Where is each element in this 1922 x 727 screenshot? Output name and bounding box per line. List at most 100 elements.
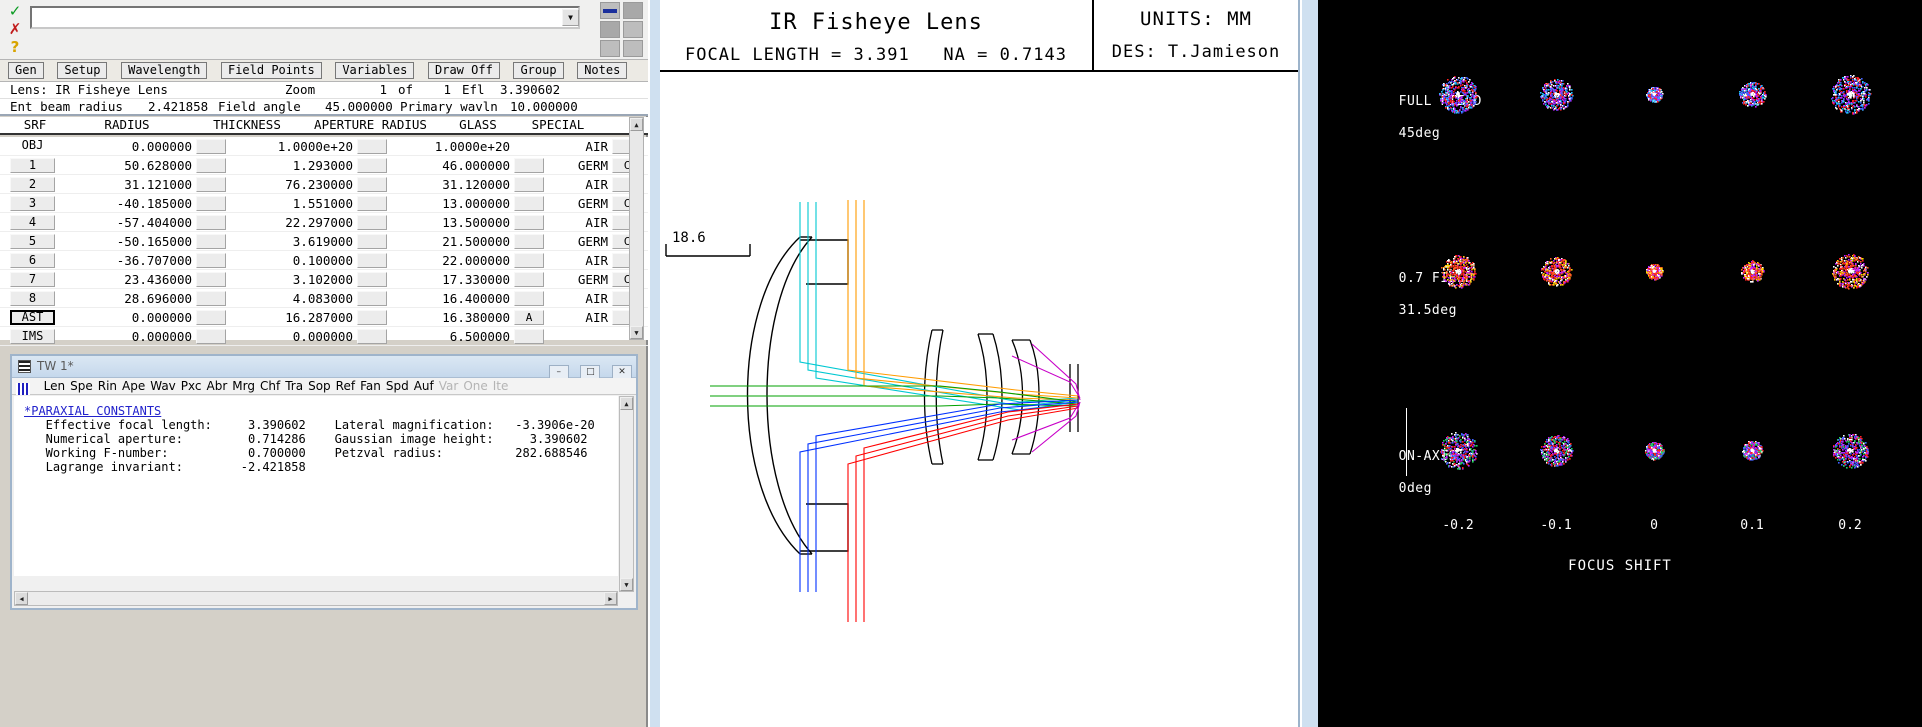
cell-thickness[interactable]: 1.551000: [228, 196, 353, 211]
scroll-up-icon[interactable]: ▲: [630, 118, 643, 131]
thickness-solve-box[interactable]: [357, 272, 387, 287]
surface-button-6[interactable]: 6: [10, 253, 55, 268]
cell-aperture-radius[interactable]: 16.400000: [385, 291, 510, 306]
tw1-horizontal-scrollbar[interactable]: ◀ ▶: [14, 591, 618, 606]
thickness-solve-box[interactable]: [357, 234, 387, 249]
command-input[interactable]: [30, 6, 580, 29]
radius-solve-box[interactable]: [196, 158, 226, 173]
cell-aperture-radius[interactable]: 46.000000: [385, 158, 510, 173]
thickness-solve-box[interactable]: [357, 253, 387, 268]
surface-button-ast[interactable]: AST: [10, 310, 55, 325]
cell-thickness[interactable]: 3.619000: [228, 234, 353, 249]
radius-solve-box[interactable]: [196, 272, 226, 287]
radius-solve-box[interactable]: [196, 253, 226, 268]
tw1-titlebar[interactable]: TW 1* – □ ✕: [12, 356, 636, 380]
cell-aperture-radius[interactable]: 13.500000: [385, 215, 510, 230]
tw1-scroll-right-icon[interactable]: ▶: [604, 592, 617, 605]
thickness-solve-box[interactable]: [357, 291, 387, 306]
cell-radius[interactable]: -40.185000: [62, 196, 192, 211]
thickness-solve-box[interactable]: [357, 139, 387, 154]
aperture-flag-box[interactable]: [514, 329, 544, 344]
cell-aperture-radius[interactable]: 6.500000: [385, 329, 510, 344]
cell-aperture-radius[interactable]: 1.0000e+20: [385, 139, 510, 154]
cell-glass[interactable]: AIR: [520, 177, 608, 192]
cell-thickness[interactable]: 3.102000: [228, 272, 353, 287]
window-tile-button[interactable]: [600, 2, 620, 19]
table-row[interactable]: 2 31.121000 76.230000 31.120000 AIR: [0, 175, 648, 194]
window-arrange-button[interactable]: [623, 2, 643, 19]
list-button[interactable]: [600, 40, 620, 57]
window-cascade-button[interactable]: [600, 21, 620, 38]
tw1-menu-item-chf[interactable]: Chf: [260, 378, 280, 394]
cell-radius[interactable]: 31.121000: [62, 177, 192, 192]
thickness-solve-box[interactable]: [357, 329, 387, 344]
cell-radius[interactable]: -36.707000: [62, 253, 192, 268]
surface-button-ims[interactable]: IMS: [10, 329, 55, 344]
tw1-menu-item-fan[interactable]: Fan: [360, 378, 381, 394]
cell-radius[interactable]: 0.000000: [62, 139, 192, 154]
tw1-menu-item-auf[interactable]: Auf: [414, 378, 434, 394]
cell-glass[interactable]: AIR: [520, 291, 608, 306]
cell-thickness[interactable]: 1.293000: [228, 158, 353, 173]
tw1-menu-item-mrg[interactable]: Mrg: [232, 378, 255, 394]
cell-aperture-radius[interactable]: 16.380000: [385, 310, 510, 325]
tw1-menu-item-wav[interactable]: Wav: [150, 378, 176, 394]
tw1-vertical-scrollbar[interactable]: ▲ ▼: [619, 396, 634, 592]
accept-icon[interactable]: ✓: [5, 2, 25, 20]
radius-solve-box[interactable]: [196, 215, 226, 230]
scroll-down-icon[interactable]: ▼: [630, 326, 643, 339]
cell-thickness[interactable]: 1.0000e+20: [228, 139, 353, 154]
cell-thickness[interactable]: 4.083000: [228, 291, 353, 306]
table-row[interactable]: 3 -40.185000 1.551000 13.000000 GERM C: [0, 194, 648, 213]
cell-radius[interactable]: 0.000000: [62, 310, 192, 325]
cell-thickness[interactable]: 0.100000: [228, 253, 353, 268]
cell-radius[interactable]: -50.165000: [62, 234, 192, 249]
surface-button-5[interactable]: 5: [10, 234, 55, 249]
cell-radius[interactable]: -57.404000: [62, 215, 192, 230]
table-row[interactable]: 5 -50.165000 3.619000 21.500000 GERM C: [0, 232, 648, 251]
table-row[interactable]: AST 0.000000 16.287000 16.380000 A AIR: [0, 308, 648, 327]
menu-button-setup[interactable]: Setup: [57, 62, 108, 79]
table-row[interactable]: IMS 0.000000 0.000000 6.500000: [0, 327, 648, 346]
tw1-menu-item-sop[interactable]: Sop: [308, 378, 331, 394]
radius-solve-box[interactable]: [196, 329, 226, 344]
tw1-menu-item-abr[interactable]: Abr: [207, 378, 228, 394]
table-row[interactable]: OBJ 0.000000 1.0000e+20 1.0000e+20 AIR: [0, 137, 648, 156]
cell-aperture-radius[interactable]: 22.000000: [385, 253, 510, 268]
radius-solve-box[interactable]: [196, 177, 226, 192]
tw1-menu-item-rin[interactable]: Rin: [98, 378, 117, 394]
tw1-scroll-up-icon[interactable]: ▲: [620, 397, 633, 410]
cell-thickness[interactable]: 0.000000: [228, 329, 353, 344]
thickness-solve-box[interactable]: [357, 215, 387, 230]
cell-glass[interactable]: AIR: [520, 310, 608, 325]
radius-solve-box[interactable]: [196, 196, 226, 211]
cell-radius[interactable]: 0.000000: [62, 329, 192, 344]
menu-button-gen[interactable]: Gen: [8, 62, 44, 79]
cell-glass[interactable]: GERM: [520, 234, 608, 249]
table-row[interactable]: 7 23.436000 3.102000 17.330000 GERM C: [0, 270, 648, 289]
cell-thickness[interactable]: 22.297000: [228, 215, 353, 230]
cell-glass[interactable]: GERM: [520, 158, 608, 173]
cell-thickness[interactable]: 76.230000: [228, 177, 353, 192]
menu-button-draw-off[interactable]: Draw Off: [428, 62, 500, 79]
cell-thickness[interactable]: 16.287000: [228, 310, 353, 325]
chevron-down-icon[interactable]: ▼: [562, 9, 579, 26]
tw1-menu-item-ref[interactable]: Ref: [336, 378, 355, 394]
radius-solve-box[interactable]: [196, 234, 226, 249]
table-row[interactable]: 4 -57.404000 22.297000 13.500000 AIR: [0, 213, 648, 232]
surface-button-4[interactable]: 4: [10, 215, 55, 230]
surface-button-2[interactable]: 2: [10, 177, 55, 192]
cell-glass[interactable]: AIR: [520, 215, 608, 230]
cell-glass[interactable]: GERM: [520, 272, 608, 287]
cell-aperture-radius[interactable]: 31.120000: [385, 177, 510, 192]
menu-button-notes[interactable]: Notes: [577, 62, 628, 79]
grid-icon[interactable]: [16, 383, 30, 395]
cell-aperture-radius[interactable]: 13.000000: [385, 196, 510, 211]
thickness-solve-box[interactable]: [357, 177, 387, 192]
surface-button-obj[interactable]: OBJ: [10, 139, 55, 154]
tw1-menu-item-spd[interactable]: Spd: [386, 378, 409, 394]
paste-button[interactable]: [623, 40, 643, 57]
tw1-menu-item-tra[interactable]: Tra: [285, 378, 303, 394]
menu-button-field-points[interactable]: Field Points: [220, 62, 322, 79]
radius-solve-box[interactable]: [196, 291, 226, 306]
